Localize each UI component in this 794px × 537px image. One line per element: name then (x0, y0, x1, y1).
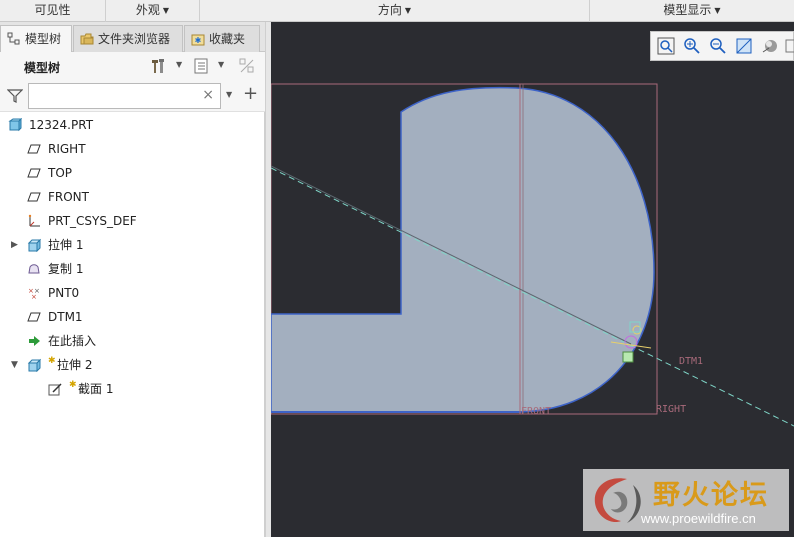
view-toolbar (650, 31, 794, 61)
tree-row-label: 在此插入 (48, 334, 97, 348)
tree-row-label: 拉伸 1 (48, 238, 84, 252)
tree-filter-toggle-icon[interactable] (238, 57, 256, 75)
ribbon-group-label: 方向 (377, 3, 402, 17)
ribbon-group-appearance[interactable]: 外观 ▼ (106, 0, 200, 22)
tree-row[interactable]: RIGHT (0, 138, 265, 160)
tree-row-label: 截面 1 (78, 382, 114, 396)
extrude-icon (27, 358, 41, 372)
right-plane-label: RIGHT (656, 404, 686, 415)
forum-watermark: 野火论坛 www.proewildfire.cn (583, 469, 789, 531)
svg-text:×: × (31, 293, 37, 300)
datum-plane-icon (27, 192, 41, 202)
chevron-down-icon: ▼ (162, 6, 170, 15)
tree-row-label: DTM1 (48, 310, 83, 324)
tree-row[interactable]: DTM1 (0, 306, 265, 328)
tree-header: 模型树 ▼ ▼ (0, 52, 265, 80)
tree-row-label: FRONT (48, 190, 89, 204)
tree-row[interactable]: FRONT (0, 186, 265, 208)
chevron-down-icon: ▼ (714, 6, 721, 15)
repaint-icon[interactable] (735, 37, 753, 55)
navigator-tabs: 模型树 文件夹浏览器 ✱ 收藏夹 (0, 22, 265, 53)
tree-row[interactable]: 12324.PRT (0, 114, 265, 136)
chevron-down-icon[interactable]: ▼ (176, 60, 182, 69)
datum-point-icon: × ×× (28, 287, 40, 300)
add-icon[interactable]: + (243, 84, 258, 104)
show-columns-icon[interactable] (192, 57, 210, 75)
zoom-out-icon[interactable] (709, 37, 727, 55)
tree-filter-row: × ▼ + (0, 80, 265, 112)
dtm1-plane-label: DTM1 (679, 356, 703, 367)
tree-row[interactable]: × × × PNT0 (0, 282, 265, 304)
ribbon-group-visibility[interactable]: 可见性 (0, 0, 106, 22)
ribbon-group-orientation[interactable]: 方向 ▼ (200, 0, 590, 22)
chevron-down-icon: ▼ (404, 6, 412, 15)
zoom-in-icon[interactable] (683, 37, 701, 55)
saved-orientation-icon[interactable] (785, 37, 794, 55)
tab-label: 模型树 (25, 32, 62, 46)
tab-label: 收藏夹 (209, 32, 246, 46)
front-plane-label: FRONT (521, 406, 551, 417)
tree-row-label: 12324.PRT (29, 118, 94, 132)
tree-row-label: PNT0 (48, 286, 80, 300)
tree-row-label: PRT_CSYS_DEF (48, 214, 137, 228)
clear-icon[interactable]: × (202, 87, 214, 103)
tree-row[interactable]: 在此插入 (0, 330, 265, 352)
watermark-title: 野火论坛 (653, 480, 769, 511)
tree-row[interactable]: 复制 1 (0, 258, 265, 280)
chevron-down-icon[interactable]: ▼ (218, 60, 224, 69)
tree-header-title: 模型树 (24, 61, 61, 75)
left-navigator-panel: 模型树 文件夹浏览器 ✱ 收藏夹 模型树 ▼ ▼ × ▼ + 12324.PRT… (0, 22, 265, 537)
tab-favorites[interactable]: ✱ 收藏夹 (184, 25, 260, 52)
extrude-icon (27, 238, 41, 252)
tree-search-box: × (28, 83, 221, 109)
filter-icon[interactable] (7, 88, 23, 104)
tree-row[interactable]: PRT_CSYS_DEF (0, 210, 265, 232)
datum-plane-icon (27, 312, 41, 322)
new-feature-marker-icon: ✱ (69, 380, 77, 390)
tree-row[interactable]: ▶ 拉伸 1 (0, 234, 265, 256)
datum-plane-icon (27, 168, 41, 178)
tree-row[interactable]: ✱ 截面 1 (0, 378, 265, 400)
tree-row-label: TOP (48, 166, 73, 180)
expand-arrow-icon[interactable]: ▶ (11, 234, 18, 256)
tree-search-input[interactable] (29, 84, 199, 108)
datum-plane-icon (27, 144, 41, 154)
favorites-icon: ✱ (191, 34, 205, 46)
new-feature-marker-icon: ✱ (48, 356, 56, 366)
tree-row-label: 复制 1 (48, 262, 84, 276)
ribbon-group-label: 外观 (135, 3, 160, 17)
settings-tools-icon[interactable] (150, 57, 168, 75)
chevron-down-icon[interactable]: ▼ (226, 90, 232, 99)
ribbon-group-bar: 可见性 外观 ▼ 方向 ▼ 模型显示 ▼ (0, 0, 794, 22)
tab-model-tree[interactable]: 模型树 (0, 25, 72, 53)
tree-icon (7, 32, 20, 45)
wildfire-logo (594, 478, 641, 523)
model-viewport[interactable]: FRONT RIGHT DTM1 (271, 22, 794, 537)
ribbon-group-model-display[interactable]: 模型显示 ▼ (590, 0, 794, 22)
tab-label: 文件夹浏览器 (98, 32, 171, 46)
copy-icon (28, 264, 40, 274)
collapse-arrow-icon[interactable]: ▼ (11, 354, 18, 376)
ribbon-group-label: 可见性 (34, 3, 71, 17)
tree-row[interactable]: ▼ ✱ 拉伸 2 (0, 354, 265, 376)
extruded-section-shape (271, 86, 655, 413)
insert-arrow-icon (29, 336, 40, 346)
ribbon-group-label: 模型显示 (663, 3, 712, 17)
display-style-icon[interactable] (761, 37, 779, 55)
part-icon (8, 118, 22, 132)
tree-row-label: RIGHT (48, 142, 86, 156)
graphics-window[interactable]: FRONT RIGHT DTM1 (271, 22, 794, 537)
tree-row-label: 拉伸 2 (57, 358, 93, 372)
csys-icon (28, 214, 40, 227)
sketch-icon (48, 383, 62, 396)
tab-folder-browser[interactable]: 文件夹浏览器 (73, 25, 183, 52)
folder-icon (80, 33, 94, 45)
svg-text:✱: ✱ (195, 36, 202, 45)
watermark-url: www.proewildfire.cn (641, 511, 756, 526)
refit-icon[interactable] (657, 37, 675, 55)
tree-row[interactable]: TOP (0, 162, 265, 184)
